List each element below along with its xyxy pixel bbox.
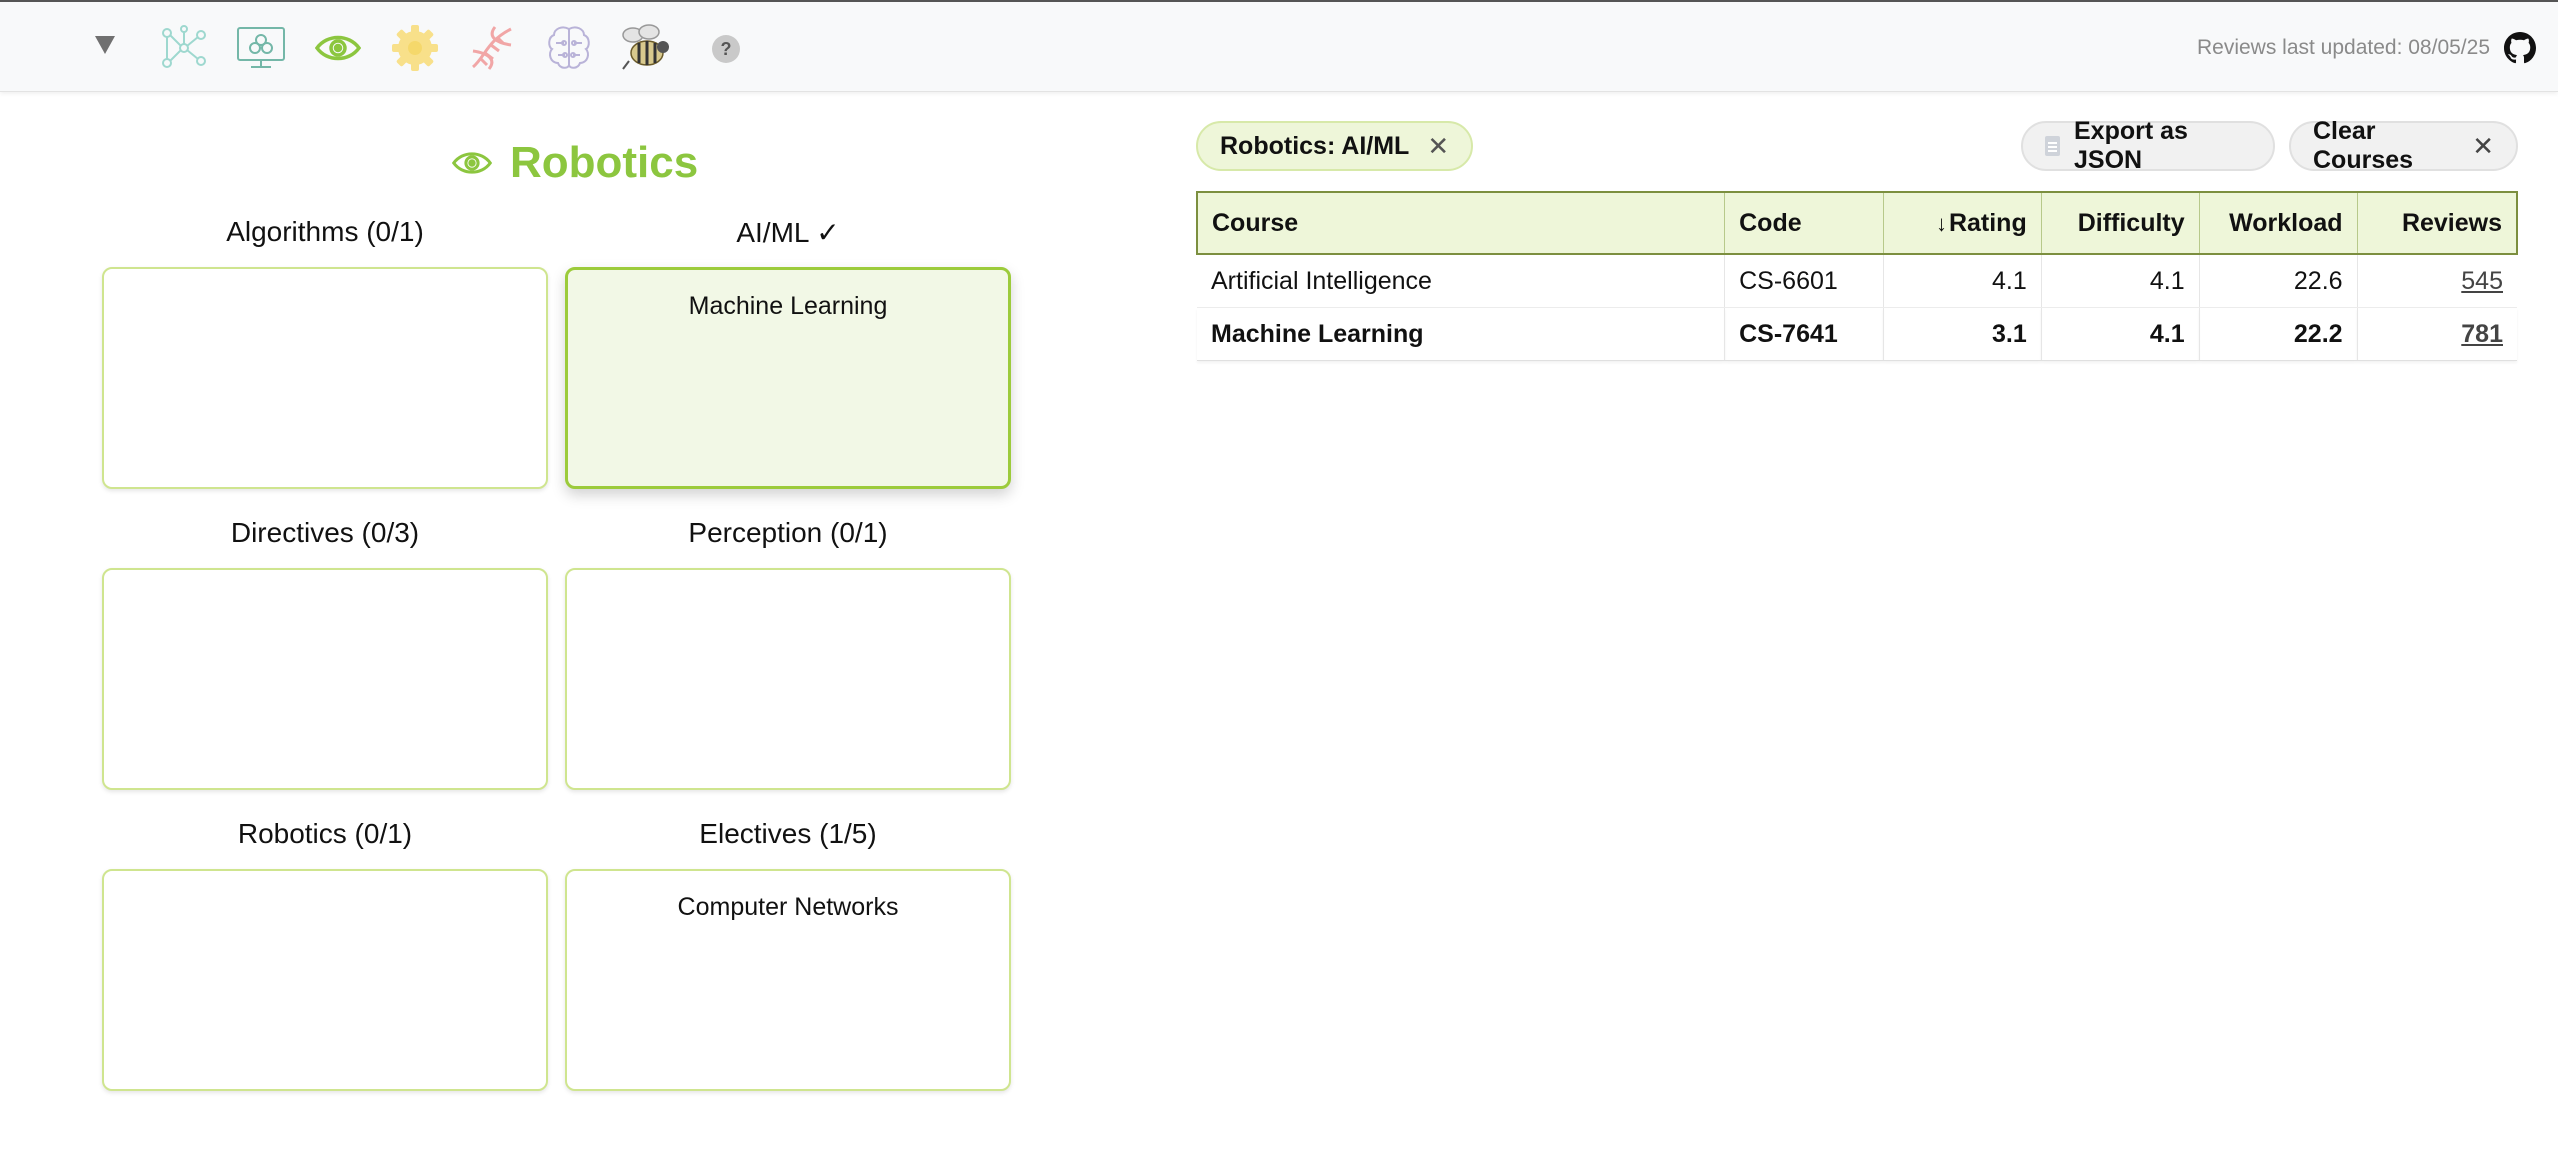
monitor-icon[interactable] bbox=[233, 20, 289, 76]
cell-course: Artificial Intelligence bbox=[1197, 254, 1726, 308]
track-title: Robotics bbox=[510, 138, 699, 187]
column-header-reviews[interactable]: Reviews bbox=[2356, 191, 2518, 255]
cell-workload: 22.6 bbox=[2199, 254, 2358, 308]
arrow-down-icon: ↓ bbox=[1935, 210, 1947, 236]
export-json-label: Export as JSON bbox=[2073, 117, 2188, 174]
file-icon bbox=[2045, 136, 2060, 156]
cell-workload: 22.2 bbox=[2199, 307, 2358, 361]
cell-reviews: 545 bbox=[2357, 254, 2517, 308]
table-header-row: Course Code ↓Rating Difficulty Workload … bbox=[1196, 191, 2518, 255]
table-row[interactable]: Machine Learning CS-7641 3.1 4.1 22.2 78… bbox=[1197, 307, 2517, 361]
column-header-rating-label: Rating bbox=[1948, 208, 2027, 237]
cell-difficulty: 4.1 bbox=[2041, 307, 2200, 361]
export-json-button[interactable]: Export as JSON bbox=[2021, 117, 2275, 174]
column-header-workload[interactable]: Workload bbox=[2198, 191, 2358, 255]
caret-down-icon[interactable] bbox=[95, 36, 115, 54]
group-label-ai-ml: AI/ML ✓ bbox=[736, 217, 840, 248]
column-header-course[interactable]: Course bbox=[1196, 191, 1726, 255]
github-icon[interactable] bbox=[2504, 32, 2536, 64]
clear-courses-label: Clear Courses bbox=[2313, 117, 2414, 174]
filter-chip[interactable]: Robotics: AI/ML ✕ bbox=[1196, 121, 1474, 171]
group-box-electives[interactable]: Computer Networks bbox=[565, 869, 1011, 1091]
brain-icon[interactable] bbox=[541, 20, 597, 76]
cell-reviews: 781 bbox=[2357, 307, 2517, 361]
group-label-directives: Directives (0/3) bbox=[230, 517, 420, 548]
clear-courses-button[interactable]: Clear Courses ✕ bbox=[2289, 117, 2518, 174]
help-icon[interactable]: ? bbox=[712, 35, 740, 63]
group-label-electives: Electives (1/5) bbox=[699, 818, 877, 849]
bee-icon[interactable] bbox=[618, 20, 674, 76]
track-heading: Robotics bbox=[452, 138, 698, 188]
group-box-directives[interactable] bbox=[102, 568, 548, 790]
course-item[interactable]: Computer Networks bbox=[567, 893, 1009, 922]
courses-table: Course Code ↓Rating Difficulty Workload … bbox=[1196, 191, 2518, 361]
column-header-rating[interactable]: ↓Rating bbox=[1882, 191, 2042, 255]
group-box-algorithms[interactable] bbox=[102, 267, 548, 489]
column-header-code[interactable]: Code bbox=[1724, 191, 1884, 255]
network-graph-icon[interactable] bbox=[156, 20, 212, 76]
cell-difficulty: 4.1 bbox=[2041, 254, 2200, 308]
course-item[interactable]: Machine Learning bbox=[568, 292, 1008, 321]
eye-icon bbox=[452, 152, 492, 174]
group-box-perception[interactable] bbox=[565, 568, 1011, 790]
cell-code: CS-7641 bbox=[1724, 307, 1884, 361]
eye-icon[interactable] bbox=[310, 20, 366, 76]
filter-chip-label: Robotics: AI/ML bbox=[1220, 131, 1410, 160]
group-box-ai-ml[interactable]: Machine Learning bbox=[565, 267, 1011, 489]
close-icon[interactable]: ✕ bbox=[1427, 131, 1449, 162]
group-label-perception: Perception (0/1) bbox=[688, 517, 888, 548]
cell-rating: 3.1 bbox=[1883, 307, 2042, 361]
cell-code: CS-6601 bbox=[1724, 254, 1884, 308]
gear-icon[interactable] bbox=[387, 20, 443, 76]
close-icon: ✕ bbox=[2472, 130, 2494, 161]
top-navbar: ? Reviews last updated: 08/05/25 bbox=[0, 0, 2558, 92]
dna-icon[interactable] bbox=[464, 20, 520, 76]
reviews-link[interactable]: 781 bbox=[2461, 320, 2503, 348]
cell-course: Machine Learning bbox=[1197, 307, 1726, 361]
reviews-link[interactable]: 545 bbox=[2461, 267, 2503, 295]
group-label-algorithms: Algorithms (0/1) bbox=[226, 216, 424, 247]
table-row[interactable]: Artificial Intelligence CS-6601 4.1 4.1 … bbox=[1197, 254, 2517, 308]
reviews-updated-text: Reviews last updated: 08/05/25 bbox=[2196, 36, 2490, 59]
group-label-robotics: Robotics (0/1) bbox=[237, 818, 413, 849]
cell-rating: 4.1 bbox=[1883, 254, 2042, 308]
group-box-robotics[interactable] bbox=[102, 869, 548, 1091]
column-header-difficulty[interactable]: Difficulty bbox=[2040, 191, 2200, 255]
